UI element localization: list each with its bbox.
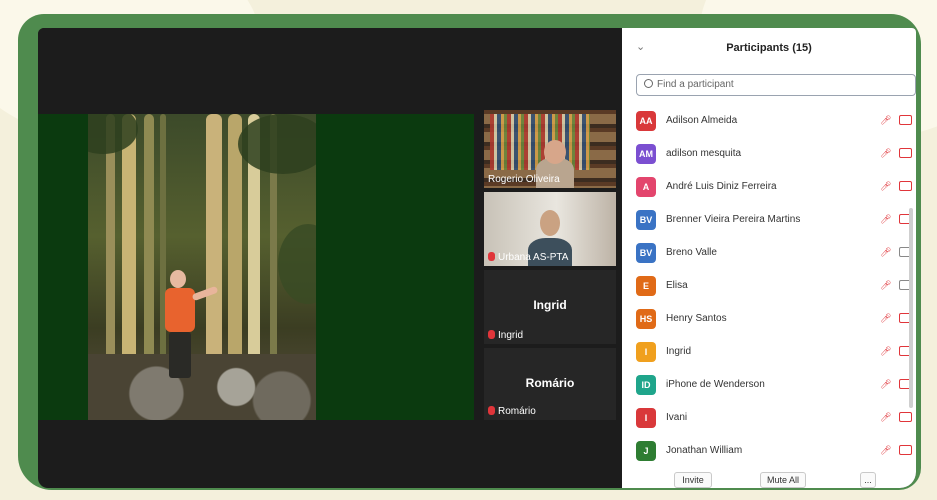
participant-row[interactable]: AA Adilson Almeida 🎤︎: [622, 105, 916, 138]
avatar: I: [636, 342, 656, 362]
panel-header: ⌄ Participants (15): [622, 28, 916, 68]
participant-name: Jonathan William: [666, 445, 743, 456]
person: [169, 332, 191, 378]
participant-row[interactable]: I Ingrid 🎤︎: [622, 336, 916, 369]
tile-name: Ingrid: [488, 330, 523, 341]
search-icon: [644, 79, 653, 88]
mic-muted-icon: [488, 252, 495, 261]
panel-title: Participants (15): [726, 42, 812, 54]
participant-name: Breno Valle: [666, 247, 717, 258]
avatar: A: [636, 177, 656, 197]
mic-muted-icon: 🎤︎: [880, 412, 892, 422]
participant-name: Ingrid: [666, 346, 692, 357]
bamboo-photo: [88, 114, 316, 420]
video-tile-romario[interactable]: Romário Romário: [484, 348, 616, 420]
invite-button[interactable]: Invite: [674, 472, 712, 488]
participant-row[interactable]: BV Breno Valle 🎤︎: [622, 237, 916, 270]
mic-muted-icon: 🎤︎: [880, 247, 892, 257]
participant-row[interactable]: A André Luis Diniz Ferreira 🎤︎: [622, 171, 916, 204]
tile-name: Urbana AS-PTA: [488, 252, 568, 263]
camera-off-icon: [899, 115, 912, 125]
mute-all-button[interactable]: Mute All: [760, 472, 806, 488]
camera-off-icon: [899, 148, 912, 158]
participant-row[interactable]: J Jonathan William 🎤︎: [622, 435, 916, 468]
avatar: HS: [636, 309, 656, 329]
mic-muted-icon: 🎤︎: [880, 379, 892, 389]
panel-footer: Invite Mute All ...: [622, 472, 916, 488]
participant-row[interactable]: I Ivani 🎤︎: [622, 402, 916, 435]
participant-row[interactable]: BV Brenner Vieira Pereira Martins 🎤︎: [622, 204, 916, 237]
participant-name: Adilson Almeida: [666, 115, 738, 126]
participant-name: Henry Santos: [666, 313, 727, 324]
mic-muted-icon: [488, 406, 495, 415]
tile-name: Rogerio Oliveira: [488, 174, 560, 185]
participant-name: Ivani: [666, 412, 688, 423]
tile-big-name: Romário: [525, 376, 575, 390]
top-band: [38, 28, 622, 114]
avatar: BV: [636, 243, 656, 263]
mic-muted-icon: 🎤︎: [880, 313, 892, 323]
participants-panel: ⌄ Participants (15) Find a participant A…: [622, 28, 916, 488]
avatar: I: [636, 408, 656, 428]
mic-muted-icon: [488, 330, 495, 339]
more-button[interactable]: ...: [860, 472, 876, 488]
mic-muted-icon: 🎤︎: [880, 445, 892, 455]
avatar: BV: [636, 210, 656, 230]
participant-list: AA Adilson Almeida 🎤︎ AM adilson mesquita 🎤︎ A…: [622, 105, 916, 468]
camera-off-icon: [899, 445, 912, 455]
mic-muted-icon: 🎤︎: [880, 214, 892, 224]
video-tile-rogerio[interactable]: Rogerio Oliveira: [484, 110, 616, 188]
avatar: ID: [636, 375, 656, 395]
video-tile-urbana[interactable]: Urbana AS-PTA: [484, 192, 616, 266]
avatar: E: [636, 276, 656, 296]
camera-off-icon: [899, 412, 912, 422]
participant-name: André Luis Diniz Ferreira: [666, 181, 777, 192]
mic-muted-icon: 🎤︎: [880, 280, 892, 290]
mic-muted-icon: 🎤︎: [880, 346, 892, 356]
meeting-window: Rogerio Oliveira Urbana AS-PTA Ingrid In…: [38, 28, 916, 488]
participant-name: adilson mesquita: [666, 148, 742, 159]
avatar: AA: [636, 111, 656, 131]
scrollbar[interactable]: [909, 208, 913, 408]
avatar: J: [636, 441, 656, 461]
video-tile-ingrid[interactable]: Ingrid Ingrid: [484, 270, 616, 344]
avatar: AM: [636, 144, 656, 164]
camera-off-icon: [899, 181, 912, 191]
participant-row[interactable]: ID iPhone de Wenderson 🎤︎: [622, 369, 916, 402]
participant-name: iPhone de Wenderson: [666, 379, 765, 390]
search-input[interactable]: Find a participant: [636, 74, 916, 96]
participant-row[interactable]: HS Henry Santos 🎤︎: [622, 303, 916, 336]
participant-name: Brenner Vieira Pereira Martins: [666, 214, 801, 225]
participant-row[interactable]: E Elisa 🎤︎: [622, 270, 916, 303]
tile-name: Romário: [488, 406, 536, 417]
mic-muted-icon: 🎤︎: [880, 148, 892, 158]
participant-name: Elisa: [666, 280, 688, 291]
mic-muted-icon: 🎤︎: [880, 115, 892, 125]
mic-muted-icon: 🎤︎: [880, 181, 892, 191]
tile-big-name: Ingrid: [533, 298, 567, 312]
participant-row[interactable]: AM adilson mesquita 🎤︎: [622, 138, 916, 171]
